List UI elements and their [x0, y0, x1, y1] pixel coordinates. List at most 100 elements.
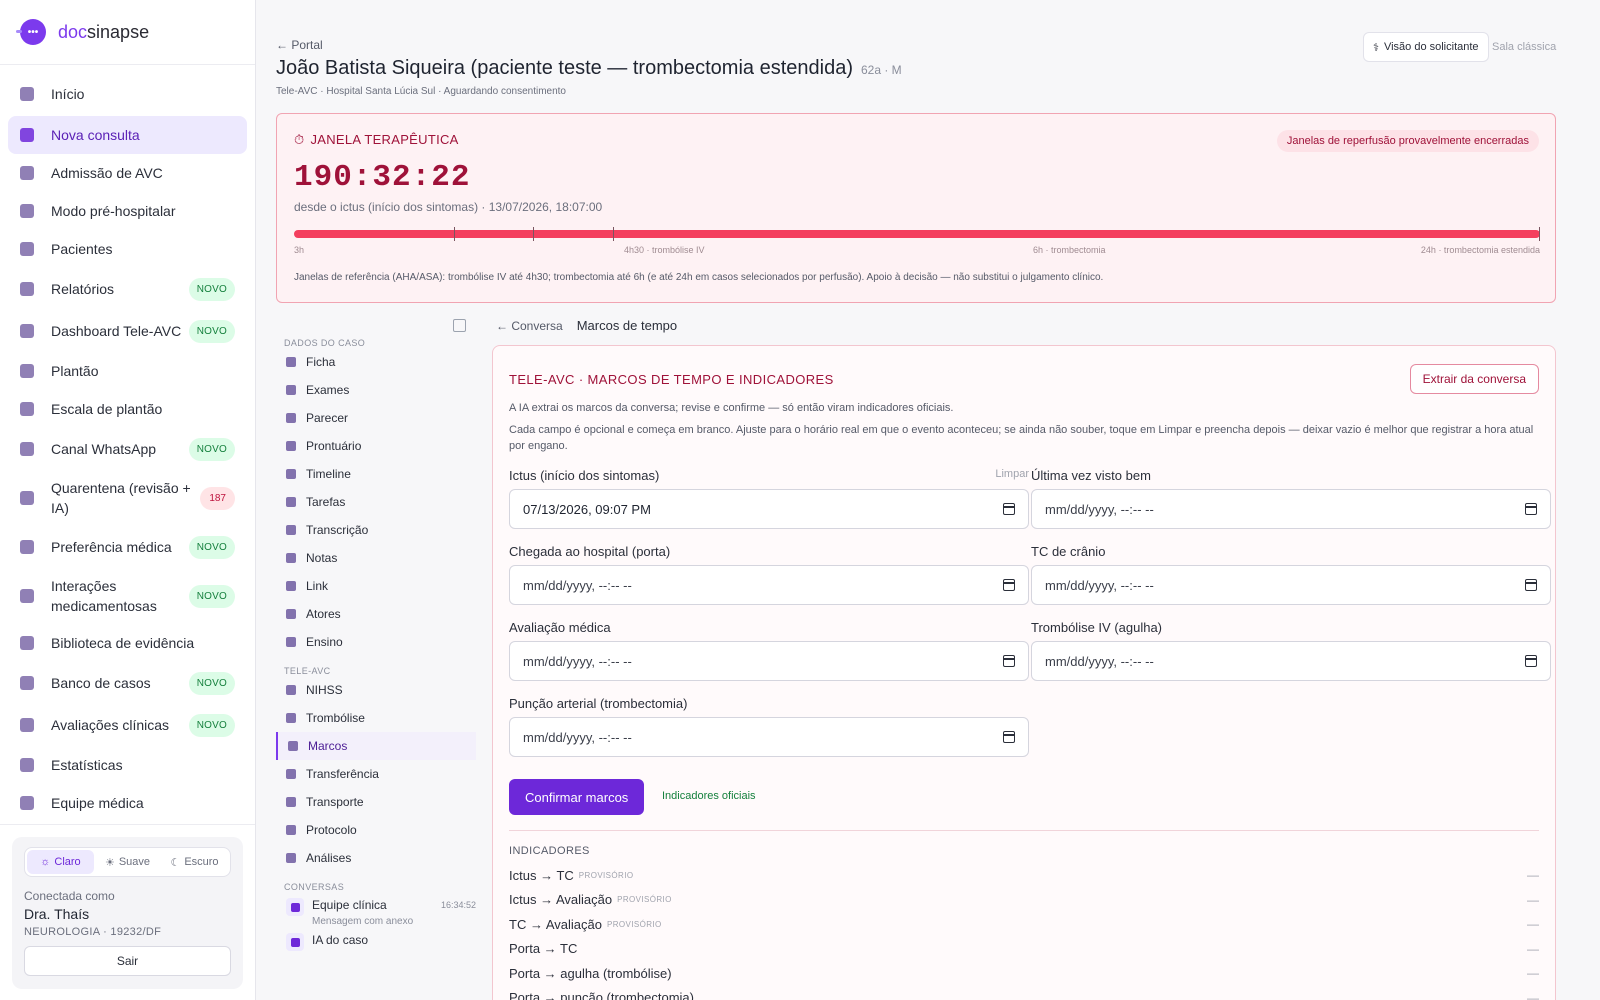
case-nav-ficha[interactable]: Ficha — [276, 348, 476, 376]
ictus-datetime-input[interactable]: 07/13/2026, 09:07 PM — [509, 489, 1029, 529]
card-instructions: Cada campo é opcional e começa em branco… — [509, 424, 1534, 452]
clear-button[interactable]: Limpar — [995, 468, 1029, 483]
calendar-icon[interactable] — [1003, 731, 1015, 743]
case-nav-icon — [286, 385, 296, 395]
sidebar-item-pacientes[interactable]: Pacientes — [8, 230, 247, 268]
provisional-tag: PROVISÓRIO — [578, 870, 634, 880]
calendar-icon[interactable] — [1003, 655, 1015, 667]
case-nav-exames[interactable]: Exames — [276, 376, 476, 404]
patient-meta: 62a · M — [860, 63, 902, 77]
section-label: CONVERSAS — [284, 882, 345, 892]
case-nav-link[interactable]: Link — [276, 572, 476, 600]
provisional-tag: PROVISÓRIO — [606, 919, 662, 929]
calendar-icon[interactable] — [1003, 579, 1015, 591]
field-label: Trombólise IV (agulha) — [1031, 620, 1163, 635]
case-nav-timeline[interactable]: Timeline — [276, 460, 476, 488]
chat-icon — [20, 442, 34, 456]
new-badge: NOVO — [188, 319, 235, 343]
ct-scan-input[interactable]: mm/dd/yyyy, --:-- -- — [1031, 565, 1551, 605]
classic-room-button[interactable]: Sala clássica — [1484, 32, 1564, 62]
logout-button[interactable]: Sair — [24, 946, 231, 976]
sidebar-item-avaliacoes-clinicas[interactable]: Avaliações clínicas NOVO — [8, 704, 247, 746]
conversation-item[interactable]: Equipe clínica Mensagem com anexo 16:34:52 — [276, 898, 476, 927]
sidebar-item-label: Equipe médica — [51, 795, 144, 811]
field-thrombolysis: Trombólise IV (agulha) mm/dd/yyyy, --:--… — [1031, 620, 1551, 681]
sidebar-item-modo-pre-hospitalar[interactable]: Modo pré-hospitalar — [8, 192, 247, 230]
calendar-icon[interactable] — [1525, 503, 1537, 515]
case-nav-label: Prontuário — [306, 439, 362, 453]
sidebar-item-label: Estatísticas — [51, 757, 123, 773]
sidebar-item-canal-whatsapp[interactable]: Canal WhatsApp NOVO — [8, 428, 247, 470]
confirm-milestones-button[interactable]: Confirmar marcos — [509, 779, 645, 815]
theme-soft-button[interactable]: ☀ Suave — [94, 850, 161, 874]
case-nav-protocolo[interactable]: Protocolo — [276, 816, 476, 844]
calendar-icon[interactable] — [1003, 503, 1015, 515]
case-nav-transcricao[interactable]: Transcrição — [276, 516, 476, 544]
case-nav-trombolise[interactable]: Trombólise — [276, 704, 476, 732]
book-icon — [20, 636, 34, 650]
field-puncture: Punção arterial (trombectomia) mm/dd/yyy… — [509, 696, 1029, 757]
last-known-well-input[interactable]: mm/dd/yyyy, --:-- -- — [1031, 489, 1551, 529]
case-nav-icon — [286, 825, 296, 835]
case-nav-tarefas[interactable]: Tarefas — [276, 488, 476, 516]
official-indicators-link[interactable]: Indicadores oficiais — [662, 790, 756, 802]
case-nav-icon — [286, 525, 296, 535]
team-icon — [286, 898, 304, 916]
calendar-icon[interactable] — [1525, 579, 1537, 591]
thrombolysis-needle-input[interactable]: mm/dd/yyyy, --:-- -- — [1031, 641, 1551, 681]
dashboard-icon — [20, 324, 34, 338]
field-label: Última vez visto bem — [1031, 468, 1151, 483]
brand-name: docsinapse — [58, 21, 150, 42]
case-nav-label: Atores — [306, 607, 341, 621]
medical-evaluation-input[interactable]: mm/dd/yyyy, --:-- -- — [509, 641, 1029, 681]
case-nav-transporte[interactable]: Transporte — [276, 788, 476, 816]
sidebar-item-estatisticas[interactable]: Estatísticas — [8, 746, 247, 784]
case-nav-icon — [288, 741, 298, 751]
case-nav-parecer[interactable]: Parecer — [276, 404, 476, 432]
case-nav-icon — [286, 685, 296, 695]
case-nav-prontuario[interactable]: Prontuário — [276, 432, 476, 460]
sidebar-item-nova-consulta[interactable]: Nova consulta — [8, 116, 247, 154]
sidebar-item-biblioteca-de-evidencia[interactable]: Biblioteca de evidência — [8, 624, 247, 662]
tick-mark — [533, 227, 534, 241]
case-nav-label: Ficha — [306, 355, 336, 369]
door-arrival-input[interactable]: mm/dd/yyyy, --:-- -- — [509, 565, 1029, 605]
back-conversation-link[interactable]: ← Conversa — [496, 319, 563, 333]
sidebar-item-banco-de-casos[interactable]: Banco de casos NOVO — [8, 662, 247, 704]
sidebar-item-quarentena-revisao-ia[interactable]: Quarentena (revisão + IA) 187 — [8, 470, 247, 526]
case-nav-marcos[interactable]: Marcos — [276, 732, 476, 760]
sidebar-item-interacoes-medicamentosas[interactable]: Interações medicamentosas NOVO — [8, 568, 247, 624]
indicator-label: Porta → agulha (trombólise) — [509, 965, 672, 981]
sidebar-item-relatorios[interactable]: Relatórios NOVO — [8, 268, 247, 310]
quarantine-icon — [20, 491, 34, 505]
case-nav-nihss[interactable]: NIHSS — [276, 676, 476, 704]
case-nav-ensino[interactable]: Ensino — [276, 628, 476, 656]
case-nav-transferencia[interactable]: Transferência — [276, 760, 476, 788]
sidebar-item-label: Nova consulta — [51, 127, 140, 143]
collapse-panel-icon[interactable] — [453, 319, 466, 332]
case-nav-atores[interactable]: Atores — [276, 600, 476, 628]
theme-dark-button[interactable]: ☾ Escuro — [161, 850, 228, 874]
case-nav-label: Parecer — [306, 411, 349, 425]
case-nav-notas[interactable]: Notas — [276, 544, 476, 572]
sidebar-item-plantao[interactable]: Plantão — [8, 352, 247, 390]
sidebar-item-label: Biblioteca de evidência — [51, 635, 195, 651]
sidebar-item-escala-de-plantao[interactable]: Escala de plantão — [8, 390, 247, 428]
case-nav-label: Tarefas — [306, 495, 346, 509]
sidebar-item-preferencia-medica[interactable]: Preferência médica NOVO — [8, 526, 247, 568]
sidebar-footer: ☼ Claro ☀ Suave ☾ Escuro Conectada como Dra… — [0, 824, 255, 1000]
case-nav-analises[interactable]: Análises — [276, 844, 476, 872]
sidebar-item-equipe-medica[interactable]: Equipe médica — [8, 784, 247, 822]
arterial-puncture-input[interactable]: mm/dd/yyyy, --:-- -- — [509, 717, 1029, 757]
requester-view-button[interactable]: ⚕ Visão do solicitante — [1363, 32, 1489, 62]
stats-icon — [20, 758, 34, 772]
back-portal-link[interactable]: ← Portal — [276, 38, 323, 52]
conversation-item[interactable]: IA do caso — [276, 933, 476, 951]
sidebar-item-admissao-de-avc[interactable]: Admissão de AVC — [8, 154, 247, 192]
calendar-icon[interactable] — [1525, 655, 1537, 667]
extract-from-conversation-button[interactable]: Extrair da conversa — [1409, 364, 1539, 394]
theme-light-button[interactable]: ☼ Claro — [27, 850, 94, 874]
brand[interactable]: ••• docsinapse — [0, 0, 255, 65]
sidebar-item-inicio[interactable]: Início — [8, 79, 247, 109]
sidebar-item-dashboard-tele-avc[interactable]: Dashboard Tele-AVC NOVO — [8, 310, 247, 352]
